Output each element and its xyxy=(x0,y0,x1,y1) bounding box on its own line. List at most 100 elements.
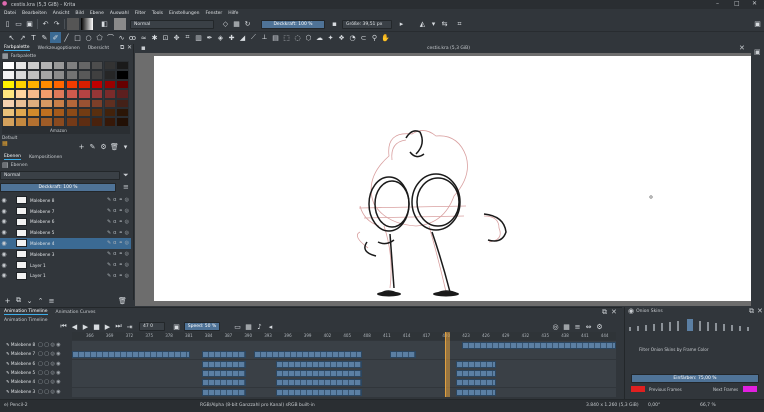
layer-row[interactable]: ◉ Malebene 8 ✎α⚭◎ xyxy=(0,195,131,206)
contiguous-select-icon[interactable]: ✦ xyxy=(325,32,336,43)
undo-icon[interactable]: ↶ xyxy=(40,19,51,30)
timeline-layer-icons[interactable]: ▢▢◎◉ xyxy=(38,389,62,395)
layer-opacity-slider[interactable]: Deckkraft: 100 % xyxy=(0,183,116,192)
preserve-alpha-icon[interactable]: ▦ xyxy=(231,19,242,30)
size-arrow-icon[interactable]: ▸ xyxy=(396,19,407,30)
color-swatch[interactable] xyxy=(78,98,91,108)
ellipse-select-icon[interactable]: ◌ xyxy=(292,32,303,43)
color-swatch[interactable] xyxy=(90,89,104,99)
menu-ansicht[interactable]: Ansicht xyxy=(53,11,70,16)
timeline-layer-icons[interactable]: ▢▢◎◉ xyxy=(38,361,62,367)
timeline-settings-icon[interactable]: ⚙ xyxy=(594,321,605,332)
visibility-eye-icon[interactable]: ◉ xyxy=(0,218,8,225)
opacity-slider[interactable]: Deckkraft: 100 % xyxy=(261,19,325,29)
keyframe-block[interactable] xyxy=(202,351,246,359)
brush-preset-icon[interactable] xyxy=(114,18,126,30)
visibility-eye-icon[interactable]: ◉ xyxy=(0,262,8,269)
move-layer-up-icon[interactable]: ⌃ xyxy=(35,295,46,306)
zoom-timeline-icon[interactable]: ⇔ xyxy=(583,321,594,332)
color-swatch[interactable] xyxy=(116,79,129,90)
polygon-tool-icon[interactable]: ⬠ xyxy=(94,32,105,43)
color-swatch[interactable] xyxy=(14,79,28,90)
menu-bearbeiten[interactable]: Bearbeiten xyxy=(22,11,47,16)
keyframe-block[interactable] xyxy=(456,388,496,396)
dock-close-icon[interactable]: ✕ xyxy=(127,45,132,51)
color-swatch[interactable] xyxy=(65,89,79,99)
color-swatch[interactable] xyxy=(90,70,104,80)
layer-row[interactable]: ◉ Malebene 4 ✎α⚭◎ xyxy=(0,238,131,249)
move-layer-down-icon[interactable]: ⌄ xyxy=(24,295,35,306)
layer-properties-icon[interactable]: ✎α⚭◎ xyxy=(107,251,131,257)
freehand-path-icon[interactable]: ꝏ xyxy=(127,32,138,43)
layer-blend-mode-select[interactable]: Normal xyxy=(0,171,120,180)
opacity-lock-icon[interactable]: ▪ xyxy=(329,19,340,30)
next-frame-icon[interactable]: ▶ xyxy=(102,321,113,332)
color-swatch[interactable] xyxy=(52,70,66,80)
ellipse-tool-icon[interactable]: ○ xyxy=(83,32,94,43)
canvas-paper[interactable] xyxy=(154,56,759,301)
play-icon[interactable]: ▶ xyxy=(80,321,91,332)
delete-layer-icon[interactable]: 🗑 xyxy=(117,295,128,306)
color-swatch[interactable] xyxy=(52,108,66,118)
color-swatch[interactable] xyxy=(14,61,28,71)
color-swatch[interactable] xyxy=(27,89,40,99)
color-swatch[interactable] xyxy=(14,89,28,99)
drop-frames-icon[interactable]: ▭ xyxy=(232,321,243,332)
edit-swatch-icon[interactable]: ✎ xyxy=(87,141,98,152)
freehand-select-icon[interactable]: ☁ xyxy=(314,32,325,43)
color-swatch[interactable] xyxy=(40,89,53,99)
minimize-button[interactable]: – xyxy=(716,0,719,7)
tab-compositions[interactable]: Kompositionen xyxy=(29,155,62,160)
color-swatch[interactable] xyxy=(65,70,79,80)
similar-select-icon[interactable]: ❖ xyxy=(336,32,347,43)
pan-tool-icon[interactable]: ✋ xyxy=(380,32,391,43)
tab-tool-options[interactable]: Werkzeugoptionen xyxy=(38,46,80,51)
color-swatch[interactable] xyxy=(52,89,66,99)
color-swatch[interactable] xyxy=(116,98,129,108)
maximize-button[interactable]: □ xyxy=(734,0,740,7)
menu-filter[interactable]: Filter xyxy=(135,11,146,16)
edit-shapes-icon[interactable]: ↗ xyxy=(17,32,28,43)
visibility-eye-icon[interactable]: ◉ xyxy=(0,229,8,236)
color-swatch[interactable] xyxy=(65,61,79,71)
layer-row[interactable]: ◉ Layer 1 ✎α⚭◎ xyxy=(0,260,131,271)
color-swatch[interactable] xyxy=(40,79,53,90)
color-swatch[interactable] xyxy=(52,61,66,71)
document-title[interactable]: cestis.kra (5,3 GiB) xyxy=(427,46,470,51)
keyframe-block[interactable] xyxy=(72,351,190,359)
onion-icon[interactable]: ▦ xyxy=(243,321,254,332)
prev-frame-icon[interactable]: ◀ xyxy=(69,321,80,332)
layer-properties-icon[interactable]: ✎α⚭◎ xyxy=(107,230,131,236)
color-swatch[interactable] xyxy=(116,89,129,99)
first-frame-icon[interactable]: ⏮ xyxy=(58,321,69,332)
onion-float-icon[interactable]: ⧉ xyxy=(749,308,754,315)
measure-tool-icon[interactable]: ⟂ xyxy=(259,32,270,43)
multibrush-icon[interactable]: ✱ xyxy=(149,32,160,43)
rotation-value[interactable]: 0,00° xyxy=(648,403,660,408)
color-swatch[interactable] xyxy=(2,108,15,118)
close-button[interactable]: ✕ xyxy=(752,0,757,7)
layer-properties-icon[interactable]: ✎α⚭◎ xyxy=(107,219,131,225)
keyframe-block[interactable] xyxy=(202,369,246,377)
timeline-layer-row[interactable]: ✎ Malebene 7 ▢▢◎◉ xyxy=(0,350,616,360)
menu-tools[interactable]: Tools xyxy=(152,11,163,16)
keyframe-block[interactable] xyxy=(276,388,362,396)
gradient-tool-icon[interactable]: ▥ xyxy=(193,32,204,43)
dock-float-icon[interactable]: ⧉ xyxy=(120,45,124,51)
timeline-layer-icons[interactable]: ▢▢◎◉ xyxy=(38,370,62,376)
mirror-horizontal-icon[interactable]: ◭ xyxy=(417,19,428,30)
blend-mode-select[interactable]: Normal xyxy=(130,19,214,29)
menu-ebene[interactable]: Ebene xyxy=(90,11,104,16)
current-frame-field[interactable]: 47 0 xyxy=(139,322,165,331)
keyframe-block[interactable] xyxy=(276,379,362,387)
document-close-icon[interactable]: ✕ xyxy=(739,45,745,52)
menu-bild[interactable]: Bild xyxy=(75,11,83,16)
rectangle-tool-icon[interactable]: □ xyxy=(72,32,83,43)
wrap-around-icon[interactable]: ⇆ xyxy=(439,19,450,30)
keyframe-block[interactable] xyxy=(390,351,416,359)
pattern-icon[interactable] xyxy=(67,18,79,30)
add-layer-icon[interactable]: + xyxy=(2,295,13,306)
polygon-select-icon[interactable]: ⬡ xyxy=(303,32,314,43)
visibility-eye-icon[interactable]: ◉ xyxy=(0,208,8,215)
color-swatch[interactable] xyxy=(40,70,53,80)
